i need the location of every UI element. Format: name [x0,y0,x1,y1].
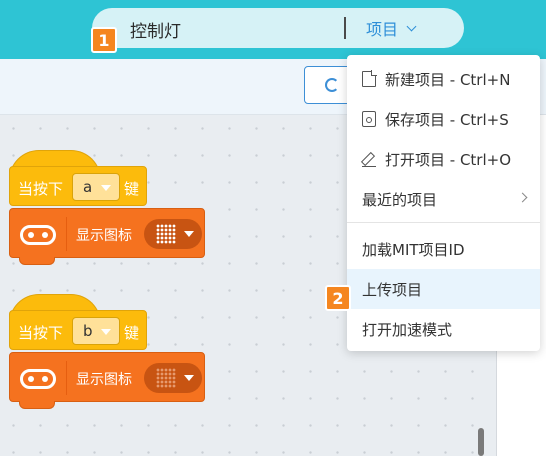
menu-item-label: 打开项目 - Ctrl+O [385,150,512,169]
block-divider [66,361,67,395]
event-block-key-b[interactable]: 当按下 b 键 [9,310,147,350]
event-block-suffix: 键 [124,180,140,198]
show-icon-label: 显示图标 [76,372,132,388]
event-block-label: 当按下 [18,180,64,198]
key-value: b [83,322,93,340]
step-badge-1: 1 [91,27,117,53]
key-value: a [83,178,93,196]
menu-item-load-mit-project[interactable]: 加载MIT项目ID [347,229,540,269]
led-grid-icon [156,368,176,388]
menu-item-new-project[interactable]: 新建项目 - Ctrl+N [347,59,540,99]
project-title-pill: 控制灯 项目 [92,8,464,48]
project-dropdown-menu: 新建项目 - Ctrl+N 保存项目 - Ctrl+S 打开项目 - Ctrl+… [347,55,540,351]
menu-item-turbo-mode[interactable]: 打开加速模式 [347,309,540,349]
icon-image-dropdown[interactable] [144,363,202,393]
project-menu-button[interactable]: 项目 [366,8,446,48]
dropdown-arrow-icon [101,185,111,191]
chevron-right-icon [517,192,528,203]
save-icon [362,111,376,127]
workspace-scrollbar[interactable] [478,428,484,456]
microbit-icon [20,225,56,245]
dropdown-arrow-icon [101,329,111,335]
menu-item-save-project[interactable]: 保存项目 - Ctrl+S [347,99,540,139]
menu-item-label: 打开加速模式 [362,320,453,339]
microbit-icon [20,369,56,389]
dropdown-arrow-icon [184,231,194,237]
project-menu-label: 项目 [366,20,399,39]
project-name[interactable]: 控制灯 [130,17,181,42]
menu-item-label: 最近的项目 [362,190,438,209]
icon-image-dropdown[interactable] [144,219,202,249]
menu-item-label: 加载MIT项目ID [362,240,465,259]
show-icon-block[interactable]: 显示图标 [9,208,205,258]
show-icon-label: 显示图标 [76,228,132,244]
menu-item-open-project[interactable]: 打开项目 - Ctrl+O [347,139,540,179]
menu-item-upload-project[interactable]: 上传项目 [347,269,540,309]
undo-icon [325,78,339,92]
event-block-label: 当按下 [18,324,64,342]
top-bar: 控制灯 项目 [0,0,546,59]
menu-item-label: 新建项目 - Ctrl+N [385,70,511,89]
menu-item-recent-projects[interactable]: 最近的项目 [347,179,540,219]
menu-item-label: 上传项目 [362,280,423,299]
key-dropdown[interactable]: b [72,317,120,345]
block-divider [66,217,67,251]
show-icon-block[interactable]: 显示图标 [9,352,205,402]
step-badge-2: 2 [325,285,351,311]
edit-icon [362,151,376,167]
menu-divider [347,222,540,223]
menu-item-label: 保存项目 - Ctrl+S [385,110,509,129]
chevron-down-icon [406,21,417,31]
led-grid-icon [156,224,176,244]
event-block-key-a[interactable]: 当按下 a 键 [9,166,147,206]
event-block-suffix: 键 [124,324,140,342]
block-notch [19,257,55,265]
key-dropdown[interactable]: a [72,173,120,201]
title-separator [344,17,346,39]
new-file-icon [362,70,377,87]
block-notch [19,401,55,409]
dropdown-arrow-icon [184,375,194,381]
